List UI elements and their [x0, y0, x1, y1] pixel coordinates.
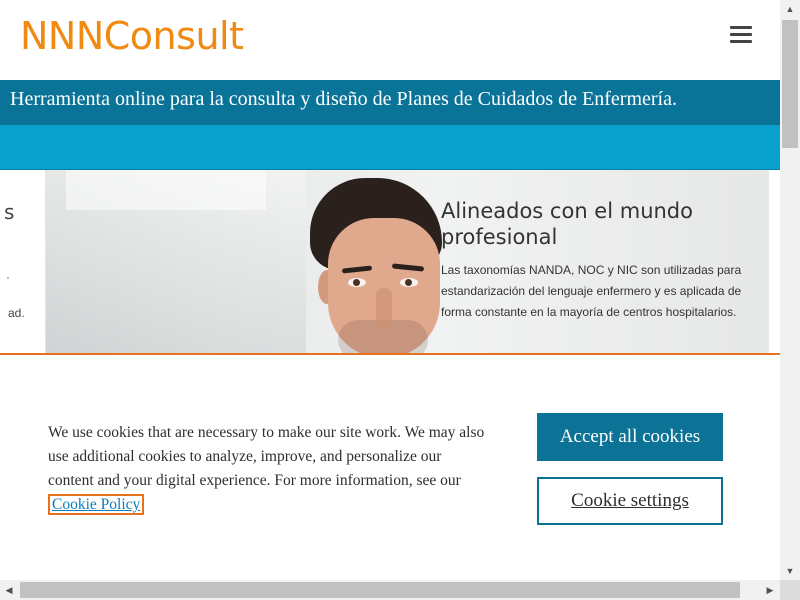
active-slide: Alineados con el mundo profesional Las t…: [46, 170, 769, 355]
tagline-banner: Herramienta online para la consulta y di…: [0, 80, 780, 125]
scroll-left-arrow-icon[interactable]: ◀: [0, 580, 18, 600]
scrollbar-corner: [780, 580, 800, 600]
horizontal-scrollbar[interactable]: ◀ ▶: [0, 580, 780, 600]
hero-carousel[interactable]: s · ad. Alineados con el mundo profesion…: [0, 170, 780, 355]
scroll-down-arrow-icon[interactable]: ▼: [780, 562, 800, 580]
cookie-message-text: We use cookies that are necessary to mak…: [48, 424, 485, 489]
navigation-bar: [0, 125, 780, 170]
scroll-right-arrow-icon[interactable]: ▶: [760, 580, 780, 600]
hamburger-bar: [730, 40, 752, 43]
cookie-settings-button[interactable]: Cookie settings: [537, 477, 723, 525]
cookie-policy-link[interactable]: Cookie Policy: [48, 494, 145, 515]
page-viewport: NNNConsult Herramienta online para la co…: [0, 0, 780, 580]
next-slide-peek[interactable]: [769, 170, 780, 355]
slide-caption: Alineados con el mundo profesional Las t…: [441, 198, 769, 323]
slide-photo-man: [306, 170, 456, 355]
hamburger-menu-icon[interactable]: [730, 25, 752, 45]
site-logo[interactable]: NNNConsult: [20, 14, 244, 58]
photo-eye: [400, 278, 418, 287]
background-window-light: [66, 170, 266, 210]
slide-body: Las taxonomías NANDA, NOC y NIC son util…: [441, 263, 742, 319]
cookie-message: We use cookies that are necessary to mak…: [48, 421, 488, 517]
prev-slide-text-fragment-end: ad.: [8, 306, 25, 320]
photo-nose: [376, 288, 392, 328]
horizontal-scroll-thumb[interactable]: [20, 582, 740, 598]
prev-slide-text-fragment: ·: [6, 270, 10, 284]
vertical-scroll-thumb[interactable]: [782, 20, 798, 148]
accept-all-cookies-button[interactable]: Accept all cookies: [537, 413, 723, 461]
tagline-text: Herramienta online para la consulta y di…: [10, 88, 677, 110]
slide-title: Alineados con el mundo profesional: [441, 199, 693, 249]
photo-eye: [348, 278, 366, 287]
site-header: NNNConsult: [0, 0, 780, 80]
hamburger-bar: [730, 33, 752, 36]
hamburger-bar: [730, 26, 752, 29]
vertical-scrollbar[interactable]: ▲ ▼: [780, 0, 800, 580]
prev-slide-title-fragment: s: [4, 200, 15, 224]
previous-slide-peek[interactable]: s · ad.: [0, 170, 46, 355]
cookie-consent-banner: We use cookies that are necessary to mak…: [0, 353, 780, 580]
scroll-up-arrow-icon[interactable]: ▲: [780, 0, 800, 18]
